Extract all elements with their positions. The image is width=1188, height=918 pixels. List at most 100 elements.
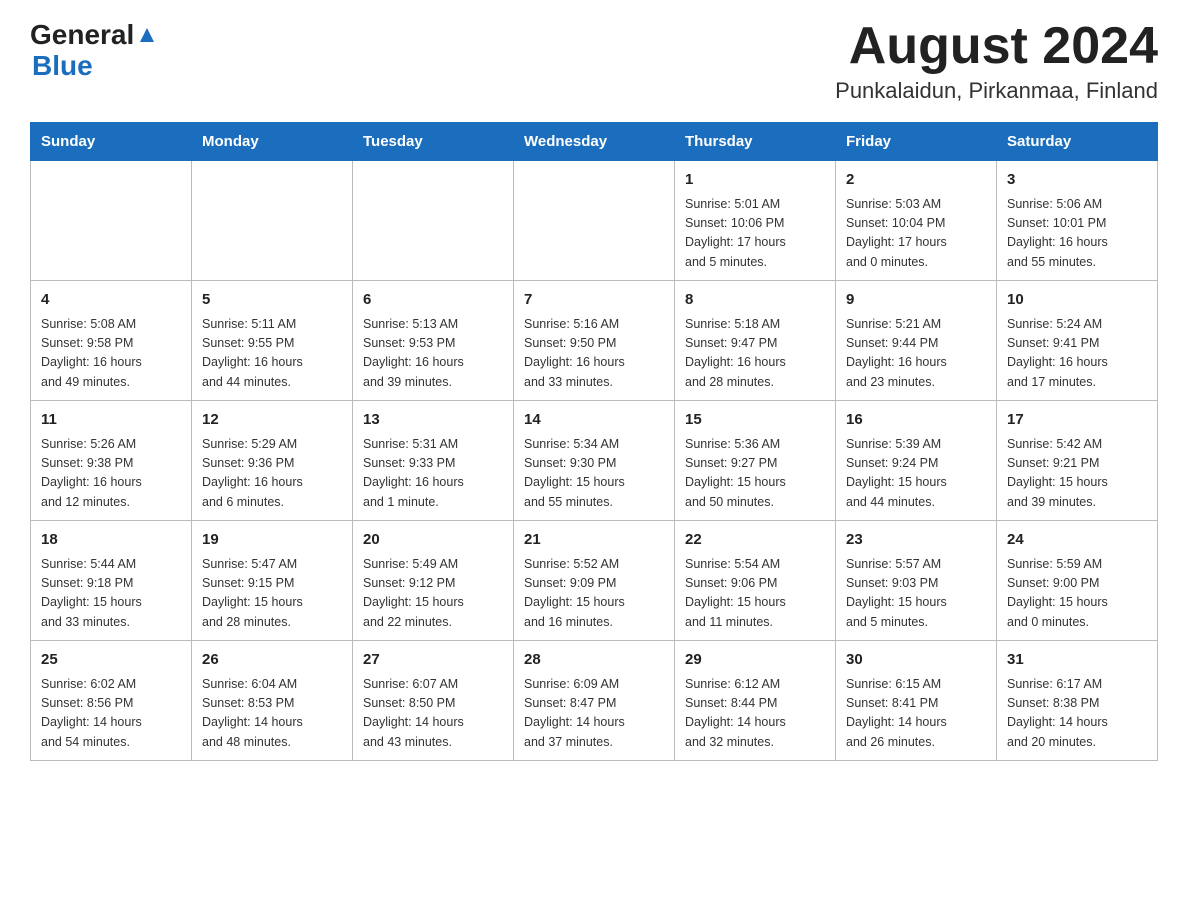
day-info: Sunrise: 5:06 AMSunset: 10:01 PMDaylight… <box>1007 195 1147 273</box>
day-number: 6 <box>363 289 503 312</box>
calendar-day-cell: 14Sunrise: 5:34 AMSunset: 9:30 PMDayligh… <box>514 401 675 521</box>
day-info: Sunrise: 6:17 AMSunset: 8:38 PMDaylight:… <box>1007 675 1147 753</box>
day-info: Sunrise: 5:44 AMSunset: 9:18 PMDaylight:… <box>41 555 181 633</box>
calendar-day-cell: 27 Sunrise: 6:07 AMSunset: 8:50 PMDayligh… <box>353 641 514 761</box>
day-number: 18 <box>41 529 181 552</box>
calendar-day-cell: 15 Sunrise: 5:36 AMSunset: 9:27 PMDayligh… <box>675 401 836 521</box>
calendar-week-row: 25 Sunrise: 6:02 AMSunset: 8:56 PMDayligh… <box>31 641 1158 761</box>
calendar-day-cell: 23 Sunrise: 5:57 AMSunset: 9:03 PMDayligh… <box>836 521 997 641</box>
day-info: Sunrise: 5:36 AMSunset: 9:27 PMDaylight:… <box>685 435 825 513</box>
day-info: Sunrise: 6:09 AMSunset: 8:47 PMDaylight:… <box>524 675 664 753</box>
day-info: Sunrise: 5:42 AMSunset: 9:21 PMDaylight:… <box>1007 435 1147 513</box>
day-info: Sunrise: 5:13 AMSunset: 9:53 PMDaylight:… <box>363 315 503 393</box>
calendar-day-cell: 26Sunrise: 6:04 AMSunset: 8:53 PMDayligh… <box>192 641 353 761</box>
day-number: 8 <box>685 289 825 312</box>
day-info: Sunrise: 5:16 AMSunset: 9:50 PMDaylight:… <box>524 315 664 393</box>
calendar-day-cell: 30Sunrise: 6:15 AMSunset: 8:41 PMDayligh… <box>836 641 997 761</box>
day-of-week-header: Sunday <box>31 123 192 161</box>
day-of-week-header: Thursday <box>675 123 836 161</box>
day-number: 7 <box>524 289 664 312</box>
calendar-day-cell: 12Sunrise: 5:29 AMSunset: 9:36 PMDayligh… <box>192 401 353 521</box>
day-number: 2 <box>846 169 986 192</box>
day-number: 20 <box>363 529 503 552</box>
day-number: 5 <box>202 289 342 312</box>
calendar-week-row: 4Sunrise: 5:08 AMSunset: 9:58 PMDaylight… <box>31 281 1158 401</box>
day-number: 29 <box>685 649 825 672</box>
calendar-day-cell: 19 Sunrise: 5:47 AMSunset: 9:15 PMDayligh… <box>192 521 353 641</box>
day-number: 27 <box>363 649 503 672</box>
day-number: 31 <box>1007 649 1147 672</box>
day-info: Sunrise: 5:11 AMSunset: 9:55 PMDaylight:… <box>202 315 342 393</box>
calendar-day-cell: 11 Sunrise: 5:26 AMSunset: 9:38 PMDayligh… <box>31 401 192 521</box>
calendar-day-cell: 31 Sunrise: 6:17 AMSunset: 8:38 PMDayligh… <box>997 641 1158 761</box>
day-number: 26 <box>202 649 342 672</box>
day-info: Sunrise: 5:21 AMSunset: 9:44 PMDaylight:… <box>846 315 986 393</box>
calendar-table: SundayMondayTuesdayWednesdayThursdayFrid… <box>30 122 1158 761</box>
day-info: Sunrise: 5:57 AMSunset: 9:03 PMDaylight:… <box>846 555 986 633</box>
day-info: Sunrise: 5:18 AMSunset: 9:47 PMDaylight:… <box>685 315 825 393</box>
day-info: Sunrise: 6:02 AMSunset: 8:56 PMDaylight:… <box>41 675 181 753</box>
calendar-day-cell: 17 Sunrise: 5:42 AMSunset: 9:21 PMDayligh… <box>997 401 1158 521</box>
calendar-day-cell: 7 Sunrise: 5:16 AMSunset: 9:50 PMDaylight… <box>514 281 675 401</box>
calendar-day-cell: 3Sunrise: 5:06 AMSunset: 10:01 PMDayligh… <box>997 161 1158 281</box>
calendar-day-cell: 28 Sunrise: 6:09 AMSunset: 8:47 PMDayligh… <box>514 641 675 761</box>
day-number: 15 <box>685 409 825 432</box>
calendar-day-cell: 21 Sunrise: 5:52 AMSunset: 9:09 PMDayligh… <box>514 521 675 641</box>
calendar-day-cell: 29 Sunrise: 6:12 AMSunset: 8:44 PMDayligh… <box>675 641 836 761</box>
day-info: Sunrise: 5:39 AMSunset: 9:24 PMDaylight:… <box>846 435 986 513</box>
day-number: 1 <box>685 169 825 192</box>
day-info: Sunrise: 6:12 AMSunset: 8:44 PMDaylight:… <box>685 675 825 753</box>
day-info: Sunrise: 5:31 AMSunset: 9:33 PMDaylight:… <box>363 435 503 513</box>
calendar-day-cell: 5 Sunrise: 5:11 AMSunset: 9:55 PMDaylight… <box>192 281 353 401</box>
day-info: Sunrise: 5:26 AMSunset: 9:38 PMDaylight:… <box>41 435 181 513</box>
calendar-day-cell: 16 Sunrise: 5:39 AMSunset: 9:24 PMDayligh… <box>836 401 997 521</box>
calendar-day-cell: 24 Sunrise: 5:59 AMSunset: 9:00 PMDayligh… <box>997 521 1158 641</box>
day-info: Sunrise: 5:34 AMSunset: 9:30 PMDaylight:… <box>524 435 664 513</box>
day-info: Sunrise: 5:24 AMSunset: 9:41 PMDaylight:… <box>1007 315 1147 393</box>
logo-blue-text: Blue <box>30 51 158 82</box>
day-number: 11 <box>41 409 181 432</box>
day-of-week-header: Saturday <box>997 123 1158 161</box>
day-number: 24 <box>1007 529 1147 552</box>
page-header: General Blue August 2024 Punkalaidun, Pi… <box>30 20 1158 104</box>
day-of-week-header: Friday <box>836 123 997 161</box>
month-title: August 2024 <box>835 20 1158 72</box>
logo: General Blue <box>30 20 158 82</box>
calendar-day-cell: 9Sunrise: 5:21 AMSunset: 9:44 PMDaylight… <box>836 281 997 401</box>
day-number: 30 <box>846 649 986 672</box>
calendar-day-cell: 4Sunrise: 5:08 AMSunset: 9:58 PMDaylight… <box>31 281 192 401</box>
day-number: 28 <box>524 649 664 672</box>
day-number: 17 <box>1007 409 1147 432</box>
day-number: 19 <box>202 529 342 552</box>
calendar-day-cell: 8 Sunrise: 5:18 AMSunset: 9:47 PMDaylight… <box>675 281 836 401</box>
day-info: Sunrise: 5:49 AMSunset: 9:12 PMDaylight:… <box>363 555 503 633</box>
day-number: 21 <box>524 529 664 552</box>
calendar-day-cell: 1 Sunrise: 5:01 AMSunset: 10:06 PMDayligh… <box>675 161 836 281</box>
day-of-week-header: Tuesday <box>353 123 514 161</box>
day-info: Sunrise: 5:01 AMSunset: 10:06 PMDaylight… <box>685 195 825 273</box>
calendar-day-cell <box>31 161 192 281</box>
day-number: 25 <box>41 649 181 672</box>
calendar-day-cell: 25 Sunrise: 6:02 AMSunset: 8:56 PMDayligh… <box>31 641 192 761</box>
calendar-week-row: 11 Sunrise: 5:26 AMSunset: 9:38 PMDayligh… <box>31 401 1158 521</box>
calendar-day-cell: 10 Sunrise: 5:24 AMSunset: 9:41 PMDayligh… <box>997 281 1158 401</box>
calendar-day-cell: 20 Sunrise: 5:49 AMSunset: 9:12 PMDayligh… <box>353 521 514 641</box>
day-number: 22 <box>685 529 825 552</box>
day-info: Sunrise: 5:47 AMSunset: 9:15 PMDaylight:… <box>202 555 342 633</box>
calendar-day-cell <box>192 161 353 281</box>
calendar-day-cell <box>514 161 675 281</box>
calendar-week-row: 1 Sunrise: 5:01 AMSunset: 10:06 PMDayligh… <box>31 161 1158 281</box>
day-info: Sunrise: 6:07 AMSunset: 8:50 PMDaylight:… <box>363 675 503 753</box>
day-info: Sunrise: 5:52 AMSunset: 9:09 PMDaylight:… <box>524 555 664 633</box>
calendar-day-cell: 6 Sunrise: 5:13 AMSunset: 9:53 PMDaylight… <box>353 281 514 401</box>
day-of-week-header: Wednesday <box>514 123 675 161</box>
day-number: 10 <box>1007 289 1147 312</box>
day-number: 4 <box>41 289 181 312</box>
calendar-day-cell: 13Sunrise: 5:31 AMSunset: 9:33 PMDayligh… <box>353 401 514 521</box>
location-subtitle: Punkalaidun, Pirkanmaa, Finland <box>835 78 1158 104</box>
calendar-week-row: 18 Sunrise: 5:44 AMSunset: 9:18 PMDayligh… <box>31 521 1158 641</box>
day-number: 23 <box>846 529 986 552</box>
day-info: Sunrise: 5:59 AMSunset: 9:00 PMDaylight:… <box>1007 555 1147 633</box>
day-number: 16 <box>846 409 986 432</box>
day-info: Sunrise: 5:03 AMSunset: 10:04 PMDaylight… <box>846 195 986 273</box>
